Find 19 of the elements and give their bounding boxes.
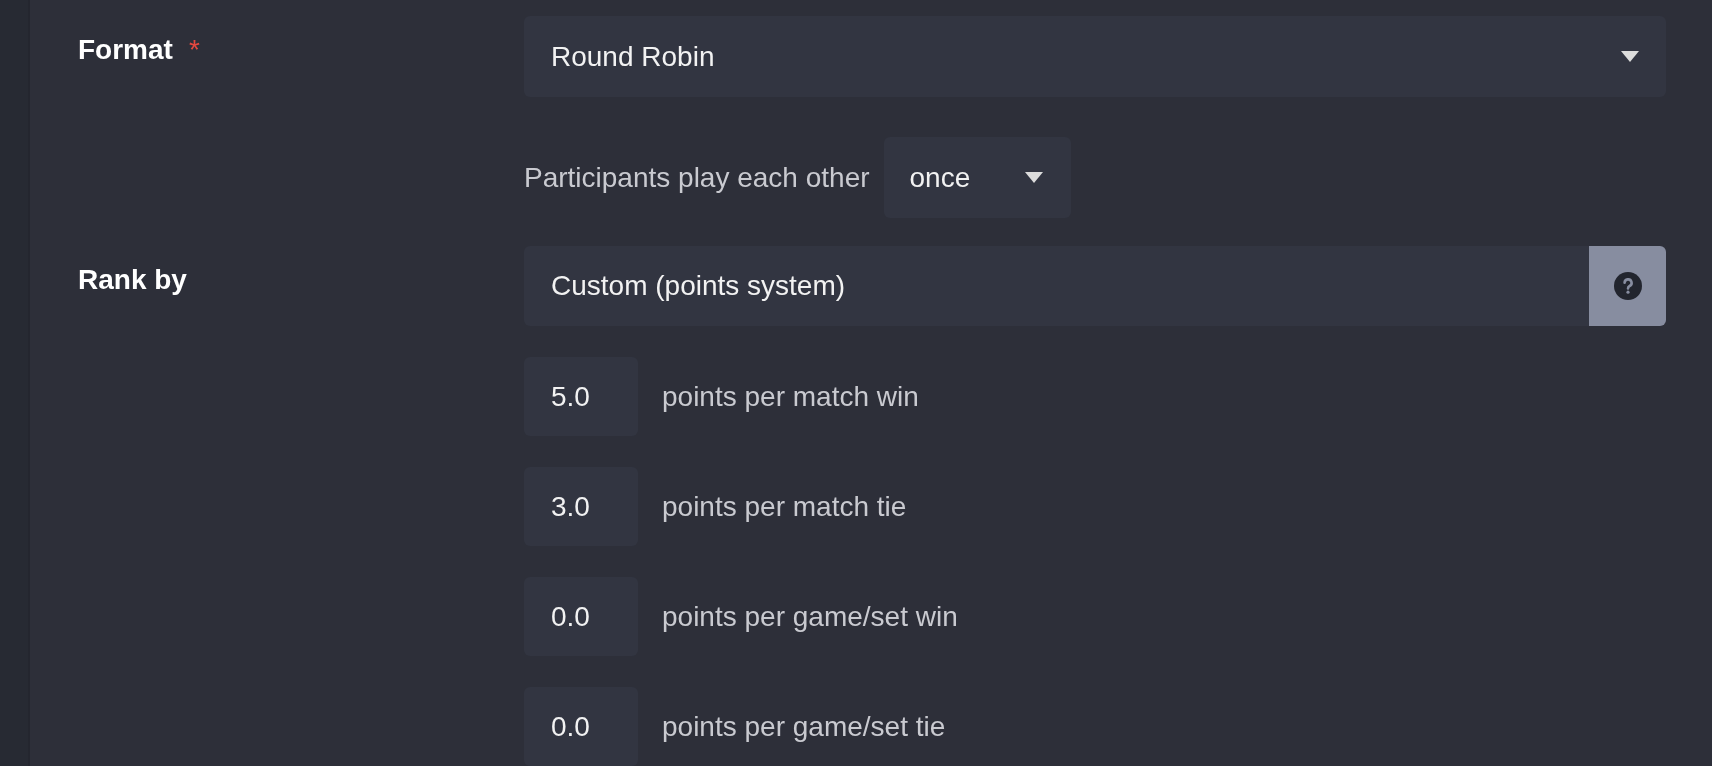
- points-label: points per game/set tie: [662, 709, 946, 744]
- points-input[interactable]: 0.0: [524, 577, 638, 656]
- caret-icon: [1024, 172, 1043, 183]
- points-input[interactable]: 3.0: [524, 467, 638, 546]
- points-label: points per match win: [662, 379, 919, 414]
- caret-icon: [1621, 51, 1639, 62]
- dropdown[interactable]: once: [883, 137, 1071, 218]
- points-input[interactable]: 0.0: [524, 687, 638, 766]
- help-icon: [1613, 272, 1642, 300]
- points-label: points per match tie: [662, 489, 907, 524]
- field-label: Format: [78, 34, 173, 66]
- points-input[interactable]: 5.0: [524, 357, 638, 436]
- dropdown[interactable]: Round Robin: [524, 16, 1666, 97]
- select-field[interactable]: Custom (points system): [524, 246, 1589, 326]
- required-asterisk: *: [188, 34, 200, 66]
- help-button[interactable]: [1589, 246, 1666, 326]
- field-label: Rank by: [78, 264, 187, 296]
- points-label: points per game/set win: [662, 599, 958, 634]
- option-label: Participants play each other: [524, 160, 870, 195]
